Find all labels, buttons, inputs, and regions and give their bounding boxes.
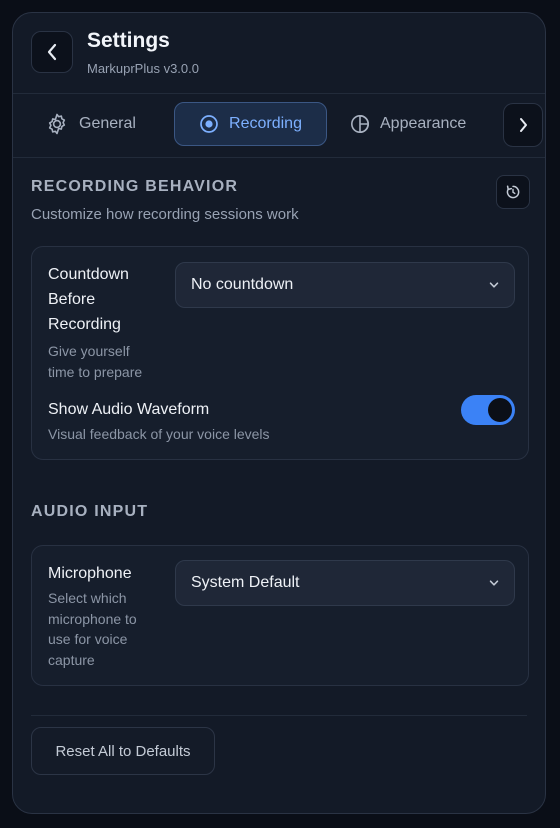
page-title: Settings: [87, 29, 170, 52]
chevron-left-icon: [47, 43, 57, 61]
microphone-help-line: use for voice: [48, 631, 128, 647]
reset-all-button[interactable]: Reset All to Defaults: [31, 727, 215, 775]
tab-appearance[interactable]: Appearance: [350, 102, 510, 146]
recording-behavior-card: Countdown Before Recording Give yourself…: [31, 246, 529, 460]
microphone-help: Select which microphone to use for voice…: [48, 588, 137, 670]
countdown-label-line: Recording: [48, 316, 121, 333]
microphone-select-value: System Default: [191, 574, 300, 591]
microphone-select[interactable]: System Default: [175, 560, 515, 606]
microphone-help-line: microphone to: [48, 610, 137, 627]
tabs-scroll-right-button[interactable]: [503, 103, 543, 147]
reset-section-button[interactable]: [496, 175, 530, 209]
settings-header: Settings MarkuprPlus v3.0.0: [13, 13, 545, 94]
waveform-help: Visual feedback of your voice levels: [48, 426, 270, 442]
countdown-select[interactable]: No countdown: [175, 262, 515, 308]
countdown-label-line: Before: [48, 291, 96, 308]
tab-general[interactable]: General: [43, 102, 183, 146]
tab-bar: General Recording Appearance: [13, 93, 545, 158]
waveform-label: Show Audio Waveform: [48, 401, 210, 418]
tab-recording-label: Recording: [229, 115, 302, 132]
tab-recording[interactable]: Recording: [174, 102, 327, 146]
contrast-icon: [351, 114, 369, 134]
microphone-label: Microphone: [48, 565, 132, 582]
audio-input-card: Microphone Select which microphone to us…: [31, 545, 529, 686]
record-icon: [200, 115, 218, 133]
tab-general-label: General: [79, 115, 136, 132]
back-button[interactable]: [31, 31, 73, 73]
toggle-knob: [488, 398, 512, 422]
chevron-down-icon: [489, 282, 499, 288]
tab-appearance-label: Appearance: [380, 115, 467, 132]
countdown-help-line: Give yourself: [48, 343, 130, 359]
countdown-label-line: Countdown: [48, 266, 129, 283]
recording-behavior-heading: RECORDING BEHAVIOR: [31, 178, 239, 195]
chevron-down-icon: [489, 580, 499, 586]
countdown-help-line: time to prepare: [48, 363, 143, 380]
countdown-select-value: No countdown: [191, 276, 294, 293]
footer-divider: [31, 715, 527, 716]
countdown-label: Countdown Before Recording: [48, 262, 129, 337]
chevron-right-icon: [520, 118, 527, 132]
countdown-help: Give yourself time to prepare: [48, 341, 142, 382]
microphone-help-line: capture: [48, 651, 95, 668]
settings-window: Settings MarkuprPlus v3.0.0 General Reco…: [12, 12, 546, 814]
reset-icon: [506, 185, 520, 199]
recording-behavior-description: Customize how recording sessions work: [31, 206, 299, 223]
microphone-help-line: Select which: [48, 590, 127, 606]
app-version: MarkuprPlus v3.0.0: [87, 61, 199, 76]
waveform-toggle[interactable]: [461, 395, 515, 425]
audio-input-heading: AUDIO INPUT: [31, 503, 149, 520]
gear-icon: [48, 113, 66, 135]
